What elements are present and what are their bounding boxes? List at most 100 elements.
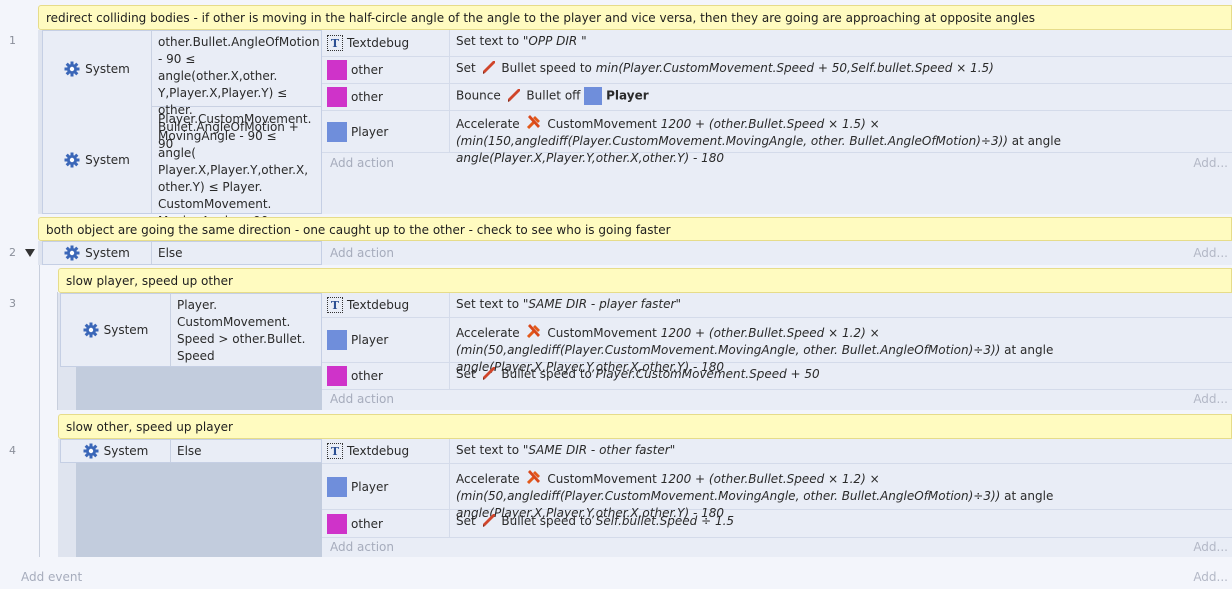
- action-text: at angle: [1000, 489, 1054, 503]
- action-description: Set text to "SAME DIR - player faster": [450, 293, 1232, 317]
- add-menu-link[interactable]: Add...: [1193, 540, 1228, 554]
- row-number: 4: [9, 444, 16, 457]
- action-target: CustomMovement: [547, 326, 661, 340]
- add-menu-link[interactable]: Add...: [1193, 156, 1228, 170]
- add-action-link[interactable]: Add action: [330, 392, 394, 406]
- action-row[interactable]: other Bounce Bullet off Player: [322, 84, 1232, 111]
- action-description: Accelerate CustomMovement 1200 + (other.…: [450, 464, 1232, 520]
- action-row[interactable]: T Textdebug Set text to "OPP DIR ": [322, 30, 1232, 57]
- action-value: min(Player.CustomMovement.Speed + 50,Sel…: [595, 61, 994, 75]
- textdebug-icon: T: [327, 443, 343, 459]
- action-verb: Set: [456, 514, 476, 528]
- action-description: Set Bullet speed to Self.bullet.Speed ÷ …: [450, 510, 1232, 537]
- comment[interactable]: redirect colliding bodies - if other is …: [38, 5, 1232, 30]
- action-row[interactable]: T Textdebug Set text to "SAME DIR - othe…: [322, 439, 1232, 464]
- action-row[interactable]: Player Accelerate CustomMovement 1200 + …: [322, 318, 1232, 374]
- condition-object[interactable]: System: [43, 107, 152, 213]
- object-label: Textdebug: [347, 444, 410, 458]
- row-number: 1: [9, 34, 16, 47]
- condition-object[interactable]: System: [61, 440, 171, 462]
- action-verb: Set: [456, 367, 476, 381]
- action-row[interactable]: T Textdebug Set text to "SAME DIR - play…: [322, 293, 1232, 318]
- object-label: Player: [351, 333, 389, 347]
- collapse-toggle-icon[interactable]: [25, 249, 35, 257]
- action-object: other: [322, 57, 450, 83]
- comment[interactable]: both object are going the same direction…: [38, 217, 1232, 241]
- action-object: other: [322, 363, 450, 389]
- add-action-link[interactable]: Add action: [330, 540, 394, 554]
- action-target: Bullet speed to: [501, 367, 596, 381]
- action-verb: Accelerate: [456, 117, 520, 131]
- player-object-icon: [327, 476, 347, 497]
- add-menu-link[interactable]: Add...: [1193, 570, 1228, 584]
- player-object-icon: [327, 330, 347, 350]
- custom-movement-icon: [526, 323, 541, 339]
- action-verb: Set text to: [456, 34, 523, 48]
- condition-text[interactable]: Player. CustomMovement. Speed > other.Bu…: [171, 294, 321, 366]
- condition-text[interactable]: Else: [152, 242, 322, 264]
- action-value: "OPP DIR ": [522, 34, 587, 48]
- event-3-conditions[interactable]: System Player. CustomMovement. Speed > o…: [60, 293, 322, 367]
- action-row[interactable]: other Set Bullet speed to Self.bullet.Sp…: [322, 510, 1232, 538]
- add-menu-link[interactable]: Add...: [1193, 392, 1228, 406]
- add-action-link[interactable]: Add action: [330, 246, 394, 260]
- action-target: Bullet off: [526, 88, 581, 103]
- gear-icon: [64, 245, 80, 261]
- action-value: "SAME DIR - player faster": [522, 297, 681, 311]
- add-menu-link[interactable]: Add...: [1193, 246, 1228, 260]
- add-event-link[interactable]: Add event: [21, 570, 82, 584]
- row-number: 2: [9, 246, 16, 259]
- textdebug-icon: T: [327, 35, 343, 51]
- textdebug-icon: T: [327, 297, 343, 313]
- action-verb: Accelerate: [456, 326, 520, 340]
- event-4-actions: T Textdebug Set text to "SAME DIR - othe…: [322, 439, 1232, 557]
- condition-text[interactable]: Player.CustomMovement. MovingAngle - 90 …: [152, 108, 322, 228]
- event-1-actions: T Textdebug Set text to "OPP DIR " other…: [322, 30, 1232, 214]
- empty-condition-area: [76, 367, 322, 410]
- action-verb: Set: [456, 61, 476, 75]
- action-target: CustomMovement: [547, 117, 661, 131]
- gear-icon: [83, 322, 99, 338]
- action-value: Player.CustomMovement.Speed + 50: [595, 367, 820, 381]
- system-label: System: [85, 246, 130, 260]
- system-label: System: [103, 444, 149, 458]
- action-target: Bullet speed to: [501, 514, 596, 528]
- action-description: Set text to "SAME DIR - other faster": [450, 439, 1232, 463]
- action-object: T Textdebug: [322, 439, 450, 463]
- event-3-actions: T Textdebug Set text to "SAME DIR - play…: [322, 293, 1232, 410]
- action-verb: Set text to: [456, 443, 523, 457]
- event-2-actions: Add action Add...: [322, 241, 1232, 265]
- action-verb: Set text to: [456, 297, 523, 311]
- condition-object[interactable]: System: [61, 294, 171, 366]
- add-action-link[interactable]: Add action: [330, 156, 394, 170]
- bullet-behavior-icon: [482, 514, 495, 527]
- condition-text[interactable]: other.Bullet.AngleOfMotion - 90 ≤ angle(…: [152, 31, 322, 151]
- action-value: angle(Player.X,Player.Y,other.X,other.Y)…: [456, 151, 724, 165]
- action-value: Self.bullet.Speed ÷ 1.5: [595, 514, 735, 528]
- event-1-conditions[interactable]: System other.Bullet.AngleOfMotion - 90 ≤…: [42, 30, 322, 228]
- action-description: Set Bullet speed to Player.CustomMovemen…: [450, 363, 1232, 389]
- player-object-icon: [327, 121, 347, 142]
- system-label: System: [85, 153, 130, 167]
- bullet-behavior-icon: [482, 61, 495, 74]
- comment[interactable]: slow player, speed up other: [58, 268, 1232, 293]
- other-object-icon: [327, 60, 347, 80]
- other-object-icon: [327, 366, 347, 386]
- event-4-conditions[interactable]: System Else: [60, 439, 322, 463]
- action-row[interactable]: Player Accelerate CustomMovement 1200 + …: [322, 111, 1232, 165]
- action-row[interactable]: Player Accelerate CustomMovement 1200 + …: [322, 464, 1232, 520]
- gear-icon: [83, 443, 99, 459]
- object-label: other: [351, 369, 383, 383]
- action-value: Player: [606, 88, 649, 103]
- condition-object[interactable]: System: [43, 242, 152, 264]
- event-2-conditions[interactable]: System Else: [42, 241, 322, 265]
- action-value: "SAME DIR - other faster": [522, 443, 676, 457]
- action-verb: Bounce: [456, 88, 501, 103]
- condition-object[interactable]: System: [43, 31, 152, 107]
- action-row[interactable]: other Set Bullet speed to min(Player.Cus…: [322, 57, 1232, 84]
- comment[interactable]: slow other, speed up player: [58, 414, 1232, 439]
- condition-text[interactable]: Else: [171, 440, 321, 462]
- other-object-icon: [327, 513, 347, 534]
- action-verb: Accelerate: [456, 472, 520, 486]
- action-row[interactable]: other Set Bullet speed to Player.CustomM…: [322, 363, 1232, 390]
